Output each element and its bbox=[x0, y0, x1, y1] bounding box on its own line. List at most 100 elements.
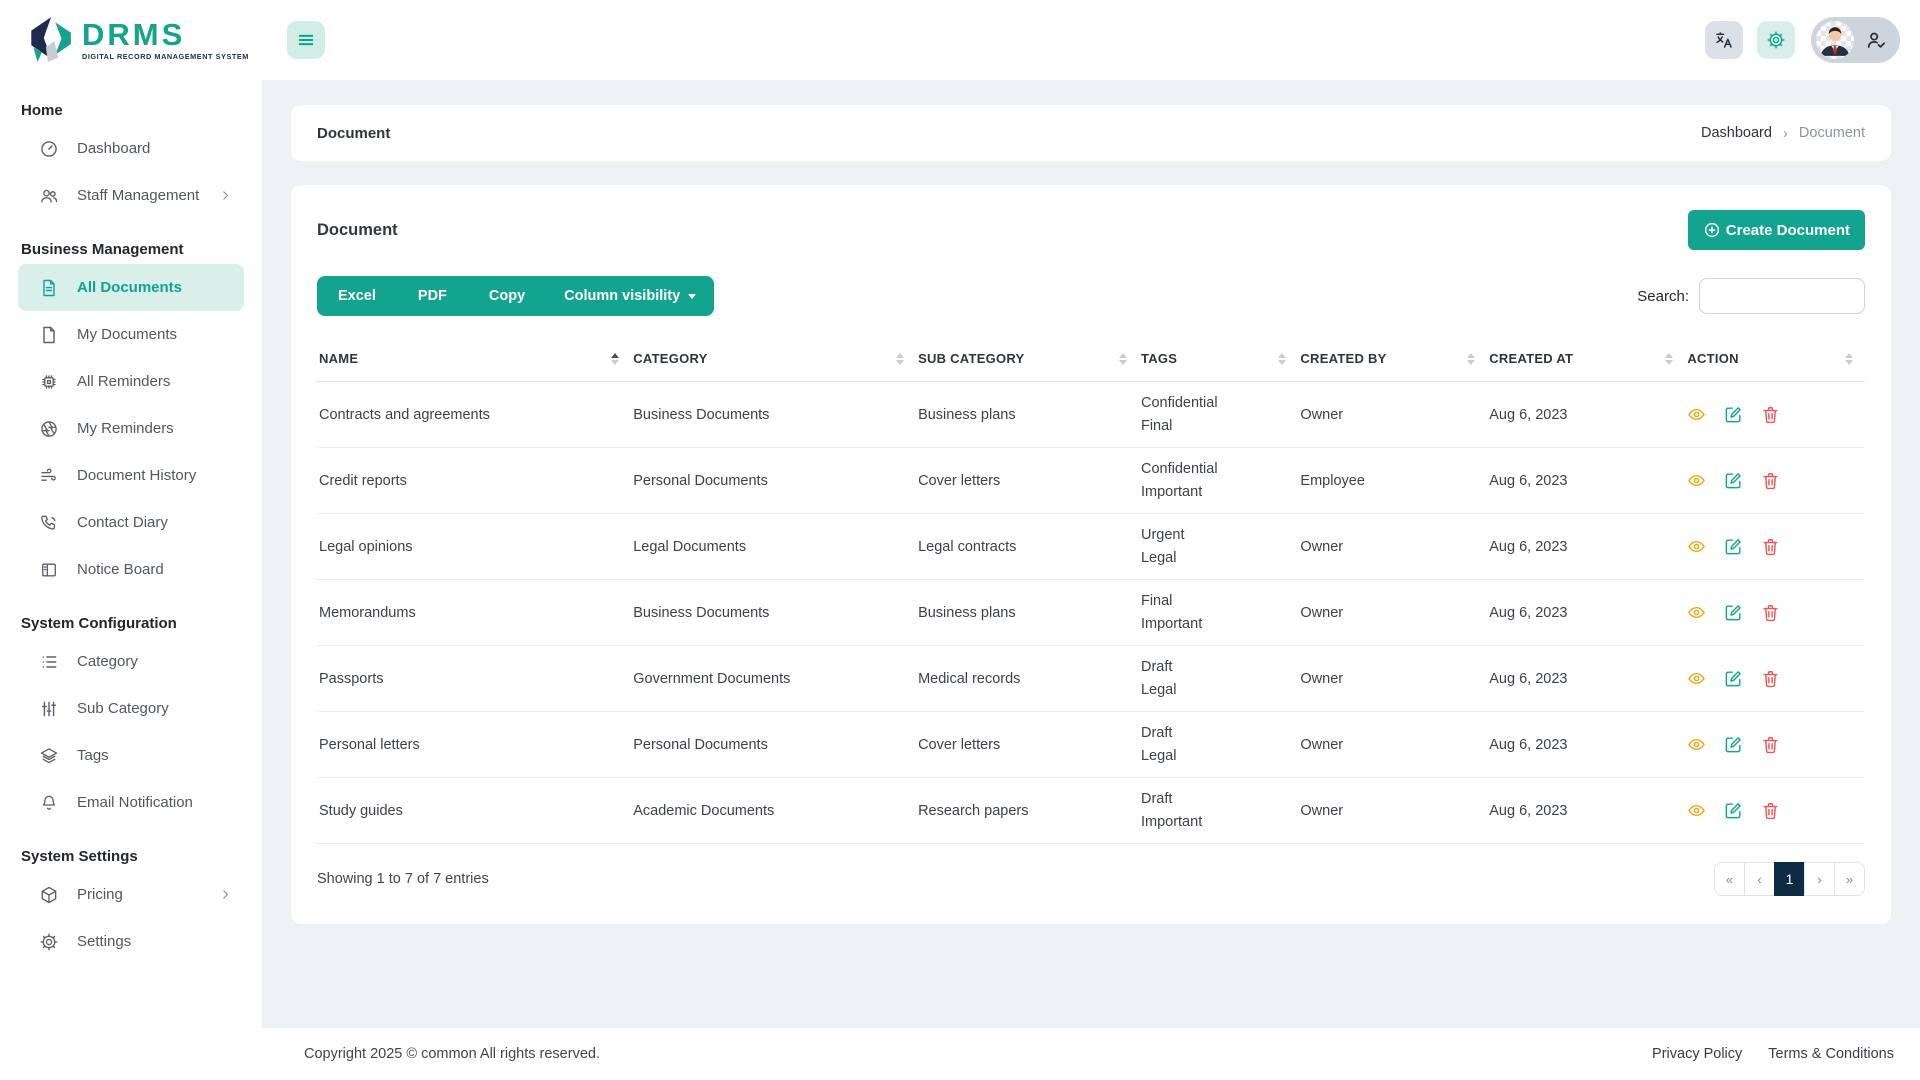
sidebar-item-tags[interactable]: Tags bbox=[18, 732, 244, 779]
tag-label: Final bbox=[1141, 590, 1288, 612]
column-header-sub-category[interactable]: SUB CATEGORY bbox=[916, 336, 1139, 382]
sidebar-item-all-reminders[interactable]: All Reminders bbox=[18, 358, 244, 405]
cell-actions bbox=[1685, 646, 1865, 712]
pagination-next-button[interactable]: › bbox=[1804, 862, 1835, 896]
sidebar-item-my-documents[interactable]: My Documents bbox=[18, 311, 244, 358]
edit-icon[interactable] bbox=[1724, 405, 1743, 424]
tag-label: Draft bbox=[1141, 722, 1288, 744]
sidebar-item-pricing[interactable]: Pricing bbox=[18, 871, 244, 918]
search-input[interactable] bbox=[1699, 278, 1865, 314]
sidebar-item-label: Document History bbox=[77, 467, 196, 484]
edit-icon[interactable] bbox=[1724, 801, 1743, 820]
table-row[interactable]: Study guides Academic Documents Research… bbox=[317, 778, 1865, 844]
sidebar: DRMS DIGITAL RECORD MANAGEMENT SYSTEM Ho… bbox=[0, 0, 262, 1080]
sidebar-item-contact-diary[interactable]: Contact Diary bbox=[18, 499, 244, 546]
edit-icon[interactable] bbox=[1724, 669, 1743, 688]
cell-sub-category: Cover letters bbox=[916, 448, 1139, 514]
sidebar-item-email-notification[interactable]: Email Notification bbox=[18, 779, 244, 826]
delete-icon[interactable] bbox=[1761, 471, 1780, 490]
sidebar-item-dashboard[interactable]: Dashboard bbox=[18, 125, 244, 172]
cell-sub-category: Business plans bbox=[916, 580, 1139, 646]
create-document-button[interactable]: Create Document bbox=[1688, 210, 1865, 250]
sidebar-item-label: Contact Diary bbox=[77, 514, 168, 531]
sidebar-item-my-reminders[interactable]: My Reminders bbox=[18, 405, 244, 452]
column-visibility-button[interactable]: Column visibility bbox=[546, 276, 714, 316]
cell-created-at: Aug 6, 2023 bbox=[1487, 514, 1685, 580]
profile-menu[interactable] bbox=[1811, 17, 1900, 63]
sidebar-section-business: Business Management bbox=[0, 241, 262, 258]
privacy-policy-link[interactable]: Privacy Policy bbox=[1652, 1046, 1742, 1062]
sidebar-item-document-history[interactable]: Document History bbox=[18, 452, 244, 499]
column-header-created-at[interactable]: CREATED AT bbox=[1487, 336, 1685, 382]
delete-icon[interactable] bbox=[1761, 801, 1780, 820]
edit-icon[interactable] bbox=[1724, 735, 1743, 754]
staff-icon bbox=[38, 185, 60, 207]
sidebar-item-all-documents[interactable]: All Documents bbox=[18, 264, 244, 311]
view-icon[interactable] bbox=[1687, 669, 1706, 688]
column-header-name[interactable]: NAME bbox=[317, 336, 631, 382]
breadcrumb-current: Document bbox=[1799, 125, 1865, 141]
sidebar-item-category[interactable]: Category bbox=[18, 638, 244, 685]
plus-circle-icon bbox=[1703, 221, 1721, 239]
delete-icon[interactable] bbox=[1761, 603, 1780, 622]
export-pdf-button[interactable]: PDF bbox=[397, 276, 468, 316]
document-panel: Document Create Document Excel PDF Copy … bbox=[291, 185, 1891, 924]
view-icon[interactable] bbox=[1687, 735, 1706, 754]
delete-icon[interactable] bbox=[1761, 735, 1780, 754]
translate-button[interactable] bbox=[1705, 21, 1743, 59]
breadcrumb-bar: Document Dashboard › Document bbox=[291, 105, 1891, 161]
pagination-first-button[interactable]: « bbox=[1714, 862, 1745, 896]
tag-label: Important bbox=[1141, 613, 1288, 635]
pagination-prev-button[interactable]: ‹ bbox=[1744, 862, 1775, 896]
table-row[interactable]: Legal opinions Legal Documents Legal con… bbox=[317, 514, 1865, 580]
export-excel-button[interactable]: Excel bbox=[317, 276, 397, 316]
cell-tags: FinalImportant bbox=[1139, 580, 1298, 646]
edit-icon[interactable] bbox=[1724, 471, 1743, 490]
sidebar-item-staff-management[interactable]: Staff Management bbox=[18, 172, 244, 219]
terms-conditions-link[interactable]: Terms & Conditions bbox=[1768, 1046, 1894, 1062]
pagination-page-1-button[interactable]: 1 bbox=[1774, 862, 1805, 896]
delete-icon[interactable] bbox=[1761, 537, 1780, 556]
cell-tags: ConfidentialImportant bbox=[1139, 448, 1298, 514]
app-root: DRMS DIGITAL RECORD MANAGEMENT SYSTEM Ho… bbox=[0, 0, 1920, 1080]
column-header-category[interactable]: CATEGORY bbox=[631, 336, 916, 382]
menu-button[interactable] bbox=[287, 21, 325, 59]
entries-summary: Showing 1 to 7 of 7 entries bbox=[317, 871, 489, 887]
edit-icon[interactable] bbox=[1724, 603, 1743, 622]
chevron-right-icon bbox=[219, 888, 232, 901]
table-row[interactable]: Contracts and agreements Business Docume… bbox=[317, 382, 1865, 448]
view-icon[interactable] bbox=[1687, 537, 1706, 556]
view-icon[interactable] bbox=[1687, 801, 1706, 820]
view-icon[interactable] bbox=[1687, 603, 1706, 622]
view-icon[interactable] bbox=[1687, 471, 1706, 490]
column-header-action[interactable]: ACTION bbox=[1685, 336, 1865, 382]
sidebar-item-settings[interactable]: Settings bbox=[18, 918, 244, 965]
column-header-tags[interactable]: TAGS bbox=[1139, 336, 1298, 382]
breadcrumb-dashboard[interactable]: Dashboard bbox=[1701, 125, 1772, 141]
column-header-created-by[interactable]: CREATED BY bbox=[1298, 336, 1487, 382]
delete-icon[interactable] bbox=[1761, 669, 1780, 688]
tag-label: Important bbox=[1141, 811, 1288, 833]
pagination-last-button[interactable]: » bbox=[1834, 862, 1865, 896]
sidebar-item-sub-category[interactable]: Sub Category bbox=[18, 685, 244, 732]
table-row[interactable]: Credit reports Personal Documents Cover … bbox=[317, 448, 1865, 514]
sidebar-item-notice-board[interactable]: Notice Board bbox=[18, 546, 244, 593]
table-row[interactable]: Passports Government Documents Medical r… bbox=[317, 646, 1865, 712]
settings-button[interactable] bbox=[1757, 21, 1795, 59]
cell-created-by: Owner bbox=[1298, 778, 1487, 844]
cell-name: Memorandums bbox=[317, 580, 631, 646]
cell-tags: UrgentLegal bbox=[1139, 514, 1298, 580]
delete-icon[interactable] bbox=[1761, 405, 1780, 424]
view-icon[interactable] bbox=[1687, 405, 1706, 424]
sidebar-item-label: Tags bbox=[77, 747, 109, 764]
cell-created-at: Aug 6, 2023 bbox=[1487, 778, 1685, 844]
documents-table: NAME CATEGORY SUB CATEGORY TAGS CREATED … bbox=[317, 336, 1865, 844]
edit-icon[interactable] bbox=[1724, 537, 1743, 556]
footer: Copyright 2025 © common All rights reser… bbox=[262, 1028, 1920, 1080]
export-copy-button[interactable]: Copy bbox=[468, 276, 546, 316]
table-row[interactable]: Memorandums Business Documents Business … bbox=[317, 580, 1865, 646]
menu-icon bbox=[296, 30, 316, 50]
package-icon bbox=[38, 884, 60, 906]
brand-logo[interactable]: DRMS DIGITAL RECORD MANAGEMENT SYSTEM bbox=[0, 0, 262, 80]
table-row[interactable]: Personal letters Personal Documents Cove… bbox=[317, 712, 1865, 778]
